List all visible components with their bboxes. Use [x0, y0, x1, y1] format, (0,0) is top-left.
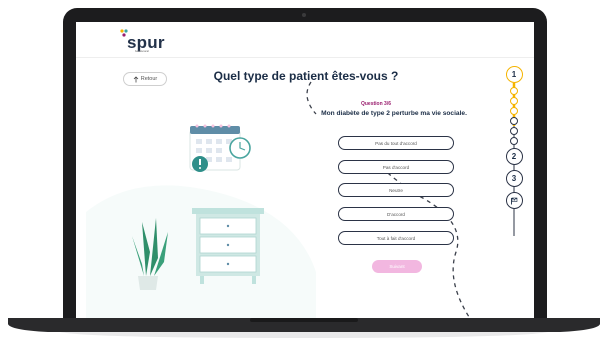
answer-option-3[interactable]: Neutre	[338, 183, 454, 197]
submit-button[interactable]: Suivant	[372, 260, 422, 273]
answer-option-1[interactable]: Pas du tout d'accord	[338, 136, 454, 150]
progress-dot-3	[510, 107, 518, 115]
finish-step[interactable]	[505, 192, 523, 209]
alert-icon	[192, 156, 208, 172]
progress-stepper: 1 2 3	[504, 66, 524, 256]
clock-icon	[229, 137, 251, 159]
question-number: Question 3/6	[360, 101, 391, 107]
progress-dot-4	[510, 117, 518, 125]
progress-dot-5	[510, 127, 518, 135]
question-text: Mon diabète de type 2 perturbe ma vie so…	[321, 110, 467, 117]
app-screen: spur behavioral Retour Quel type de pati…	[76, 22, 534, 320]
answer-option-5[interactable]: Tout à fait d'accord	[338, 231, 454, 245]
dashed-path	[306, 81, 472, 320]
camera-icon	[302, 13, 306, 17]
step-2[interactable]: 2	[505, 148, 523, 165]
progress-dot-6	[510, 137, 518, 145]
answer-option-4[interactable]: D'accord	[338, 207, 454, 221]
cabinet	[192, 208, 264, 284]
illustration	[86, 81, 472, 320]
progress-dot-1	[510, 87, 518, 95]
answer-option-2[interactable]: Pas d'accord	[338, 160, 454, 174]
step-1[interactable]: 1	[505, 66, 523, 83]
flag-icon	[511, 197, 518, 204]
progress-dot-2	[510, 97, 518, 105]
step-3[interactable]: 3	[505, 170, 523, 187]
laptop-base	[8, 318, 600, 338]
